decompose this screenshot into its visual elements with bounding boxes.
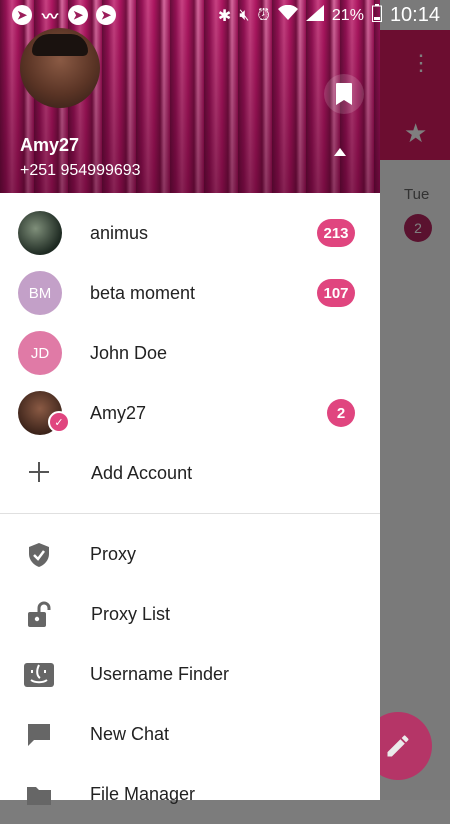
account-name: John Doe (90, 343, 168, 363)
finder-icon (22, 660, 56, 690)
signal-app-icon: 〰 (41, 9, 58, 26)
unread-count-badge: 107 (317, 279, 355, 307)
unread-count-badge: 2 (327, 399, 355, 427)
add-account-label: Add Account (91, 463, 193, 483)
telegram-icon: ➤ (68, 5, 88, 25)
telegram-icon: ➤ (12, 5, 32, 25)
account-name: beta moment (90, 283, 196, 303)
bluetooth-icon: ✱ (217, 7, 232, 25)
account-name: Amy27 (90, 403, 147, 423)
profile-avatar[interactable] (20, 28, 100, 108)
signal-icon (305, 5, 324, 26)
battery-percent: 21% (331, 6, 364, 24)
avatar: BM (18, 271, 62, 315)
menu-item-new-chat[interactable]: New Chat (0, 704, 380, 764)
unlock-icon (24, 600, 54, 630)
profile-phone: +251 954999693 (20, 162, 141, 179)
menu-item-proxy[interactable]: Proxy (0, 524, 380, 584)
wifi-icon (277, 4, 298, 26)
pencil-icon (387, 735, 409, 757)
shield-check-icon (24, 540, 54, 570)
menu-label: New Chat (90, 724, 170, 744)
status-bar: ➤ 〰 ➤ ➤ ✱ 🔇︎ ⏰︎ 21% 10:14 (0, 0, 450, 30)
folder-icon (24, 780, 54, 810)
navigation-drawer: Amy27 +251 954999693 animus 213 BM beta … (0, 0, 380, 805)
menu-item-proxy-list[interactable]: Proxy List (0, 584, 380, 644)
bookmark-icon (336, 83, 352, 105)
mute-icon: 🔇︎ (239, 6, 250, 24)
alarm-icon: ⏰︎ (257, 6, 270, 24)
chat-icon (24, 720, 54, 750)
account-item[interactable]: animus 213 (0, 203, 380, 263)
plus-icon (24, 457, 54, 487)
clock: 10:14 (389, 4, 440, 26)
battery-icon (371, 4, 382, 27)
accounts-collapse-icon[interactable] (333, 144, 347, 160)
account-name: animus (90, 223, 149, 243)
avatar (18, 211, 62, 255)
add-account-button[interactable]: Add Account (0, 443, 380, 503)
avatar: JD (18, 331, 62, 375)
profile-name: Amy27 (20, 135, 80, 155)
menu-label: Username Finder (90, 664, 230, 684)
menu-item-file-manager[interactable]: File Manager (0, 764, 380, 824)
active-account-check-icon: ✓ (48, 411, 70, 433)
account-item[interactable]: JD John Doe (0, 323, 380, 383)
menu-label: File Manager (90, 784, 196, 804)
unread-count-badge: 213 (317, 219, 355, 247)
telegram-icon: ➤ (96, 5, 116, 25)
menu-item-username-finder[interactable]: Username Finder (0, 644, 380, 704)
menu-label: Proxy List (91, 604, 171, 624)
account-item[interactable]: ✓ Amy27 2 (0, 383, 380, 443)
account-item[interactable]: BM beta moment 107 (0, 263, 380, 323)
menu-label: Proxy (90, 544, 137, 564)
divider (0, 513, 380, 514)
saved-messages-button[interactable] (324, 74, 364, 114)
